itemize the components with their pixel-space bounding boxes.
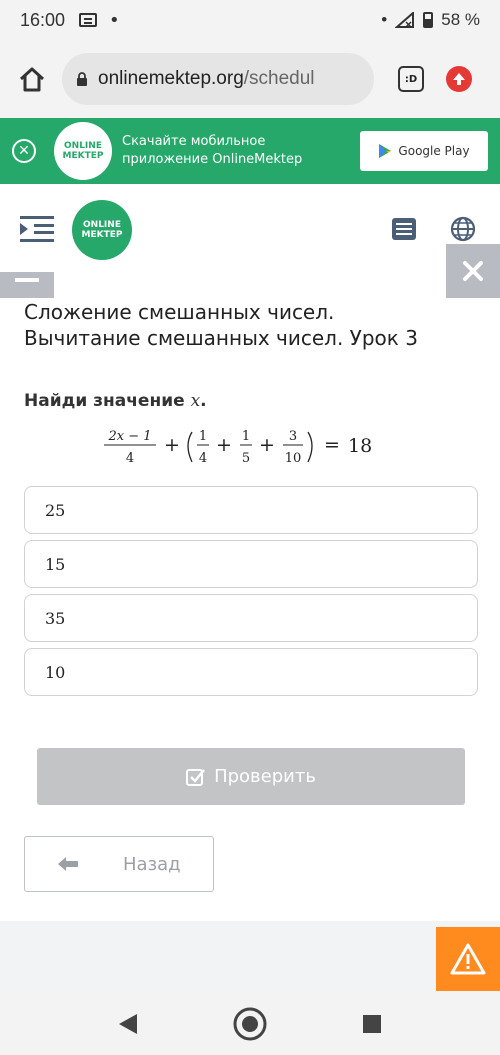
google-play-label: Google Play xyxy=(398,144,470,158)
notification-dot: • xyxy=(109,9,120,31)
list-icon[interactable] xyxy=(392,218,416,240)
fraction-1-num: 1 xyxy=(199,429,207,444)
home-button[interactable] xyxy=(14,61,50,97)
plus-sign: + xyxy=(164,434,180,456)
promo-text: Скачайте мобильное приложение OnlineMekt… xyxy=(122,134,303,167)
report-problem-button[interactable] xyxy=(436,927,500,991)
promo-logo: ONLINE MEKTEP xyxy=(54,122,112,180)
fraction-1-den: 4 xyxy=(199,451,207,466)
site-logo-line2: MEKTEP xyxy=(81,230,123,240)
back-button[interactable]: Назад xyxy=(24,836,214,892)
globe-icon[interactable] xyxy=(450,216,476,242)
recents-square-icon[interactable] xyxy=(361,1013,383,1035)
home-circle-icon[interactable] xyxy=(232,1006,268,1042)
update-button[interactable] xyxy=(446,66,472,92)
task-variable: x xyxy=(190,391,201,411)
equation-result: 18 xyxy=(348,435,372,457)
clock: 16:00 xyxy=(20,9,66,30)
fraction-2-den: 5 xyxy=(242,451,250,466)
lesson-title: Сложение смешанных чисел. Вычитание смеш… xyxy=(24,300,418,350)
close-panel-button[interactable] xyxy=(446,244,500,298)
warning-icon xyxy=(450,943,486,975)
promo-close-button[interactable]: ✕ xyxy=(12,139,36,163)
fraction-denominator: 4 xyxy=(126,451,134,466)
site-header: ONLINE MEKTEP xyxy=(0,184,500,276)
check-button-label: Проверить xyxy=(214,766,316,787)
answer-options: 25 15 35 10 xyxy=(24,486,478,702)
fraction-2-num: 1 xyxy=(242,429,250,444)
site-logo-line1: ONLINE xyxy=(83,220,121,230)
url-path: /schedul xyxy=(243,68,315,89)
site-logo[interactable]: ONLINE MEKTEP xyxy=(72,200,132,260)
battery-icon xyxy=(423,12,434,28)
answer-option[interactable]: 25 xyxy=(24,486,478,534)
browser-toolbar: onlinemektep.org/schedul :D xyxy=(0,40,500,118)
right-dot: • xyxy=(381,10,388,29)
task-text: Найди значение x. xyxy=(24,391,207,411)
fraction-3-num: 3 xyxy=(289,429,297,444)
task-prefix: Найди значение xyxy=(24,391,191,411)
google-play-icon xyxy=(379,144,392,158)
message-icon xyxy=(79,13,98,27)
url-text: onlinemektep.org/schedul xyxy=(98,68,315,90)
app-promo-banner: ✕ ONLINE MEKTEP Скачайте мобильное прило… xyxy=(0,118,500,184)
menu-icon[interactable] xyxy=(20,214,54,244)
system-nav-bar xyxy=(0,992,500,1055)
google-play-button[interactable]: Google Play xyxy=(360,131,488,171)
fraction-numerator: 2x − 1 xyxy=(107,429,151,444)
task-suffix: . xyxy=(200,391,207,411)
fraction-3-den: 10 xyxy=(285,451,302,466)
arrow-left-icon xyxy=(58,857,78,871)
tabs-button[interactable]: :D xyxy=(398,66,424,92)
arrow-up-icon xyxy=(453,73,465,85)
answer-option[interactable]: 10 xyxy=(24,648,478,696)
home-icon xyxy=(19,67,45,92)
status-right: • 58 % xyxy=(381,10,480,30)
answer-option[interactable]: 15 xyxy=(24,540,478,588)
promo-logo-line1: ONLINE xyxy=(64,141,102,151)
equals-sign: = xyxy=(324,434,340,456)
lock-icon xyxy=(77,72,87,86)
answer-option[interactable]: 35 xyxy=(24,594,478,642)
address-bar[interactable]: onlinemektep.org/schedul xyxy=(62,53,374,105)
signal-icon xyxy=(395,12,415,28)
back-triangle-icon[interactable] xyxy=(117,1012,139,1036)
collapse-tab[interactable] xyxy=(0,272,54,298)
plus-sign: + xyxy=(259,434,275,456)
promo-logo-line2: MEKTEP xyxy=(62,151,104,161)
check-button[interactable]: Проверить xyxy=(37,748,465,805)
equation-svg: 2x − 1 4 + 1 4 + 1 5 + 3 10 = 18 xyxy=(104,429,372,466)
close-icon xyxy=(463,261,483,281)
battery-level: 58 % xyxy=(441,10,480,29)
checkbox-icon xyxy=(186,768,205,786)
page-footer xyxy=(0,921,500,992)
equation: 2x − 1 4 + 1 4 + 1 5 + 3 10 = 18 xyxy=(0,424,500,470)
url-domain: onlinemektep.org xyxy=(98,68,244,89)
back-button-label: Назад xyxy=(123,853,181,875)
plus-sign: + xyxy=(216,434,232,456)
status-bar: 16:00 • • 58 % xyxy=(0,0,500,40)
